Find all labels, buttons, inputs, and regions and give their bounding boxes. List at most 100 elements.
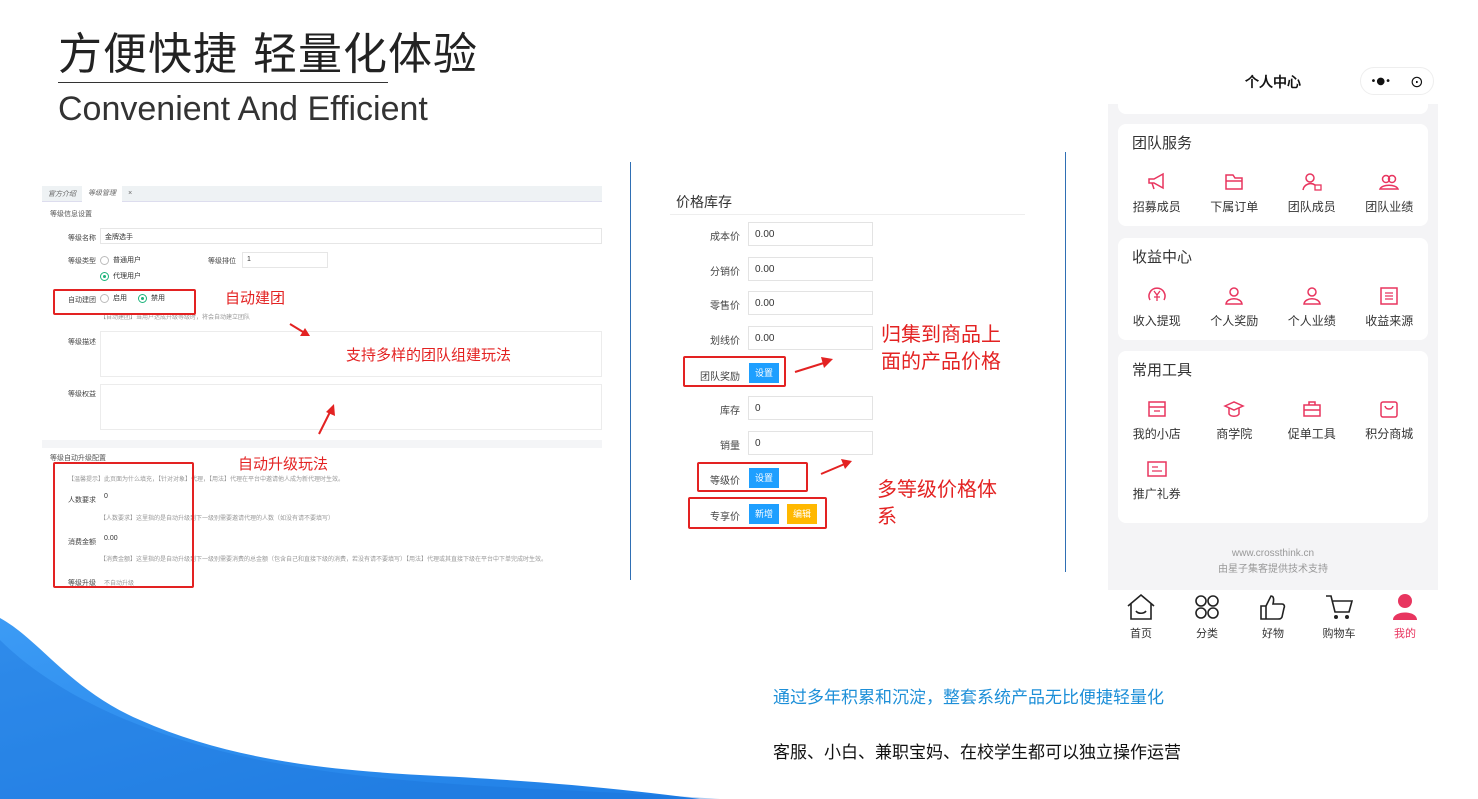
- price-panel-title: 价格库存: [676, 194, 732, 210]
- highlight-level-price: [697, 462, 808, 492]
- grid-item-sub-orders[interactable]: 下属订单: [1196, 168, 1274, 228]
- card-title: 常用工具: [1132, 361, 1193, 379]
- tab-cart[interactable]: 购物车: [1306, 590, 1372, 650]
- bag-icon: [1380, 401, 1398, 418]
- grid-item-recruit[interactable]: 招募成员: [1118, 168, 1196, 228]
- tab-goods[interactable]: 好物: [1240, 590, 1306, 650]
- name-label: 等级名称: [68, 235, 96, 242]
- grid-item-my-shop[interactable]: 我的小店: [1118, 395, 1196, 455]
- list-icon: [1380, 287, 1398, 305]
- sales-label: 销量: [720, 441, 740, 452]
- dist-price-input[interactable]: 0.00: [748, 257, 873, 281]
- yen-icon: [1148, 287, 1166, 301]
- grid-item-label: 下属订单: [1210, 200, 1259, 214]
- grid-item-label: 商学院: [1216, 427, 1253, 441]
- note-multilevel-line1: 多等级价格体: [877, 477, 997, 501]
- grid-item-label: 收益来源: [1365, 314, 1414, 328]
- group-icon: [1379, 174, 1400, 190]
- stock-input[interactable]: 0: [748, 396, 873, 420]
- grid-item-members[interactable]: 团队成员: [1273, 168, 1351, 228]
- close-icon[interactable]: ×: [122, 190, 138, 197]
- rights-label: 等级权益: [68, 391, 96, 398]
- tab-mine[interactable]: 我的: [1372, 590, 1438, 650]
- grid-item-personal-perf[interactable]: 个人业绩: [1273, 282, 1351, 342]
- card-title: 团队服务: [1132, 134, 1193, 152]
- cost-price-input[interactable]: 0.00: [748, 222, 873, 246]
- graduation-icon: [1223, 401, 1246, 417]
- highlight-team-reward: [683, 356, 786, 387]
- tagline-primary: 通过多年积累和沉淀，整套系统产品无比便捷轻量化: [773, 688, 1164, 708]
- strike-price-input[interactable]: 0.00: [748, 326, 873, 350]
- dist-price-label: 分销价: [710, 267, 740, 278]
- note-multi-team: 支持多样的团队组建玩法: [346, 346, 512, 364]
- type-radio-agent[interactable]: 代理用户: [100, 271, 141, 281]
- grid-item-coupon[interactable]: 推广礼券: [1118, 455, 1196, 515]
- grid-item-label: 个人业绩: [1287, 314, 1336, 328]
- phone-mockup: 个人中心 •●• ⊙ 团队服务 招募成员 下属订单 团队成员 团队业绩 收益中心…: [1108, 58, 1438, 650]
- name-input[interactable]: 金牌选手: [100, 228, 602, 244]
- tab-home[interactable]: 首页: [1108, 590, 1174, 650]
- grid-item-revenue-source[interactable]: 收益来源: [1351, 282, 1429, 342]
- user-icon: [1302, 287, 1321, 305]
- phone-navbar: 个人中心 •●• ⊙: [1108, 58, 1438, 104]
- rights-textarea[interactable]: [100, 384, 602, 430]
- highlight-auto-upgrade: [53, 462, 194, 588]
- folder-icon: [1225, 174, 1243, 190]
- note-price-line2: 面的产品价格: [881, 349, 1001, 373]
- arrow-icon: [820, 459, 852, 475]
- tools-grid: 我的小店 商学院 促单工具 积分商城 推广礼券: [1118, 395, 1428, 515]
- arrow-icon: [289, 323, 310, 336]
- tagline-secondary: 客服、小白、兼职宝妈、在校学生都可以独立操作运营: [773, 743, 1181, 763]
- tab-label: 首页: [1130, 627, 1152, 640]
- note-auto-upgrade: 自动升级玩法: [238, 455, 329, 473]
- type-label: 等级类型: [68, 258, 96, 265]
- section-divider: [42, 440, 602, 448]
- grid-item-promo-tools[interactable]: 促单工具: [1273, 395, 1351, 455]
- highlight-auto-team: [53, 289, 196, 315]
- card-stub: [1118, 104, 1428, 114]
- tab-intro[interactable]: 官方介绍: [42, 189, 82, 199]
- radio-label: 普通用户: [113, 257, 141, 264]
- team-service-grid: 招募成员 下属订单 团队成员 团队业绩: [1118, 168, 1428, 228]
- tab-label: 分类: [1196, 627, 1218, 640]
- tab-label: 购物车: [1322, 627, 1356, 640]
- radio-icon: [100, 255, 109, 265]
- section-basic-title: 等级信息设置: [50, 211, 92, 218]
- divider-line: [630, 162, 631, 580]
- grid-item-label: 促单工具: [1287, 427, 1336, 441]
- grid-item-label: 团队业绩: [1365, 200, 1414, 214]
- grid-item-points-mall[interactable]: 积分商城: [1351, 395, 1429, 455]
- type-radio-normal[interactable]: 普通用户: [100, 255, 141, 265]
- shop-icon: [1148, 401, 1166, 417]
- grid-item-label: 积分商城: [1365, 427, 1414, 441]
- divider-line: [1065, 152, 1066, 572]
- cost-price-label: 成本价: [710, 232, 740, 243]
- tab-label: 好物: [1262, 627, 1284, 640]
- more-icon[interactable]: •●•: [1371, 76, 1392, 87]
- slide: 方便快捷 轻量化体验 Convenient And Efficient 官方介绍…: [0, 0, 1478, 799]
- strike-price-label: 划线价: [710, 336, 740, 347]
- tab-category[interactable]: 分类: [1174, 590, 1240, 650]
- title-divider: [58, 82, 388, 83]
- cart-icon: [1326, 595, 1354, 619]
- grid-item-personal-reward[interactable]: 个人奖励: [1196, 282, 1274, 342]
- grid-item-team-perf[interactable]: 团队业绩: [1351, 168, 1429, 228]
- grid-item-label: 我的小店: [1132, 427, 1181, 441]
- grid-item-label: 推广礼券: [1132, 487, 1181, 501]
- radio-label: 代理用户: [113, 273, 141, 280]
- grid-item-withdraw[interactable]: 收入提现: [1118, 282, 1196, 342]
- stock-label: 库存: [720, 406, 740, 417]
- arrow-icon: [794, 357, 833, 373]
- grid-item-label: 收入提现: [1132, 314, 1181, 328]
- tab-label: 我的: [1394, 627, 1416, 640]
- grid-item-academy[interactable]: 商学院: [1196, 395, 1274, 455]
- category-icon: [1195, 595, 1219, 619]
- footer-support: 由星子集客提供技术支持: [1218, 564, 1328, 575]
- tab-level-manage[interactable]: 等级管理: [82, 185, 122, 202]
- radio-icon: [100, 271, 109, 281]
- thumbs-up-icon: [1260, 595, 1286, 620]
- sales-input[interactable]: 0: [748, 431, 873, 455]
- close-circle-icon[interactable]: ⊙: [1410, 72, 1423, 91]
- retail-price-input[interactable]: 0.00: [748, 291, 873, 315]
- rank-input[interactable]: 1: [242, 252, 328, 268]
